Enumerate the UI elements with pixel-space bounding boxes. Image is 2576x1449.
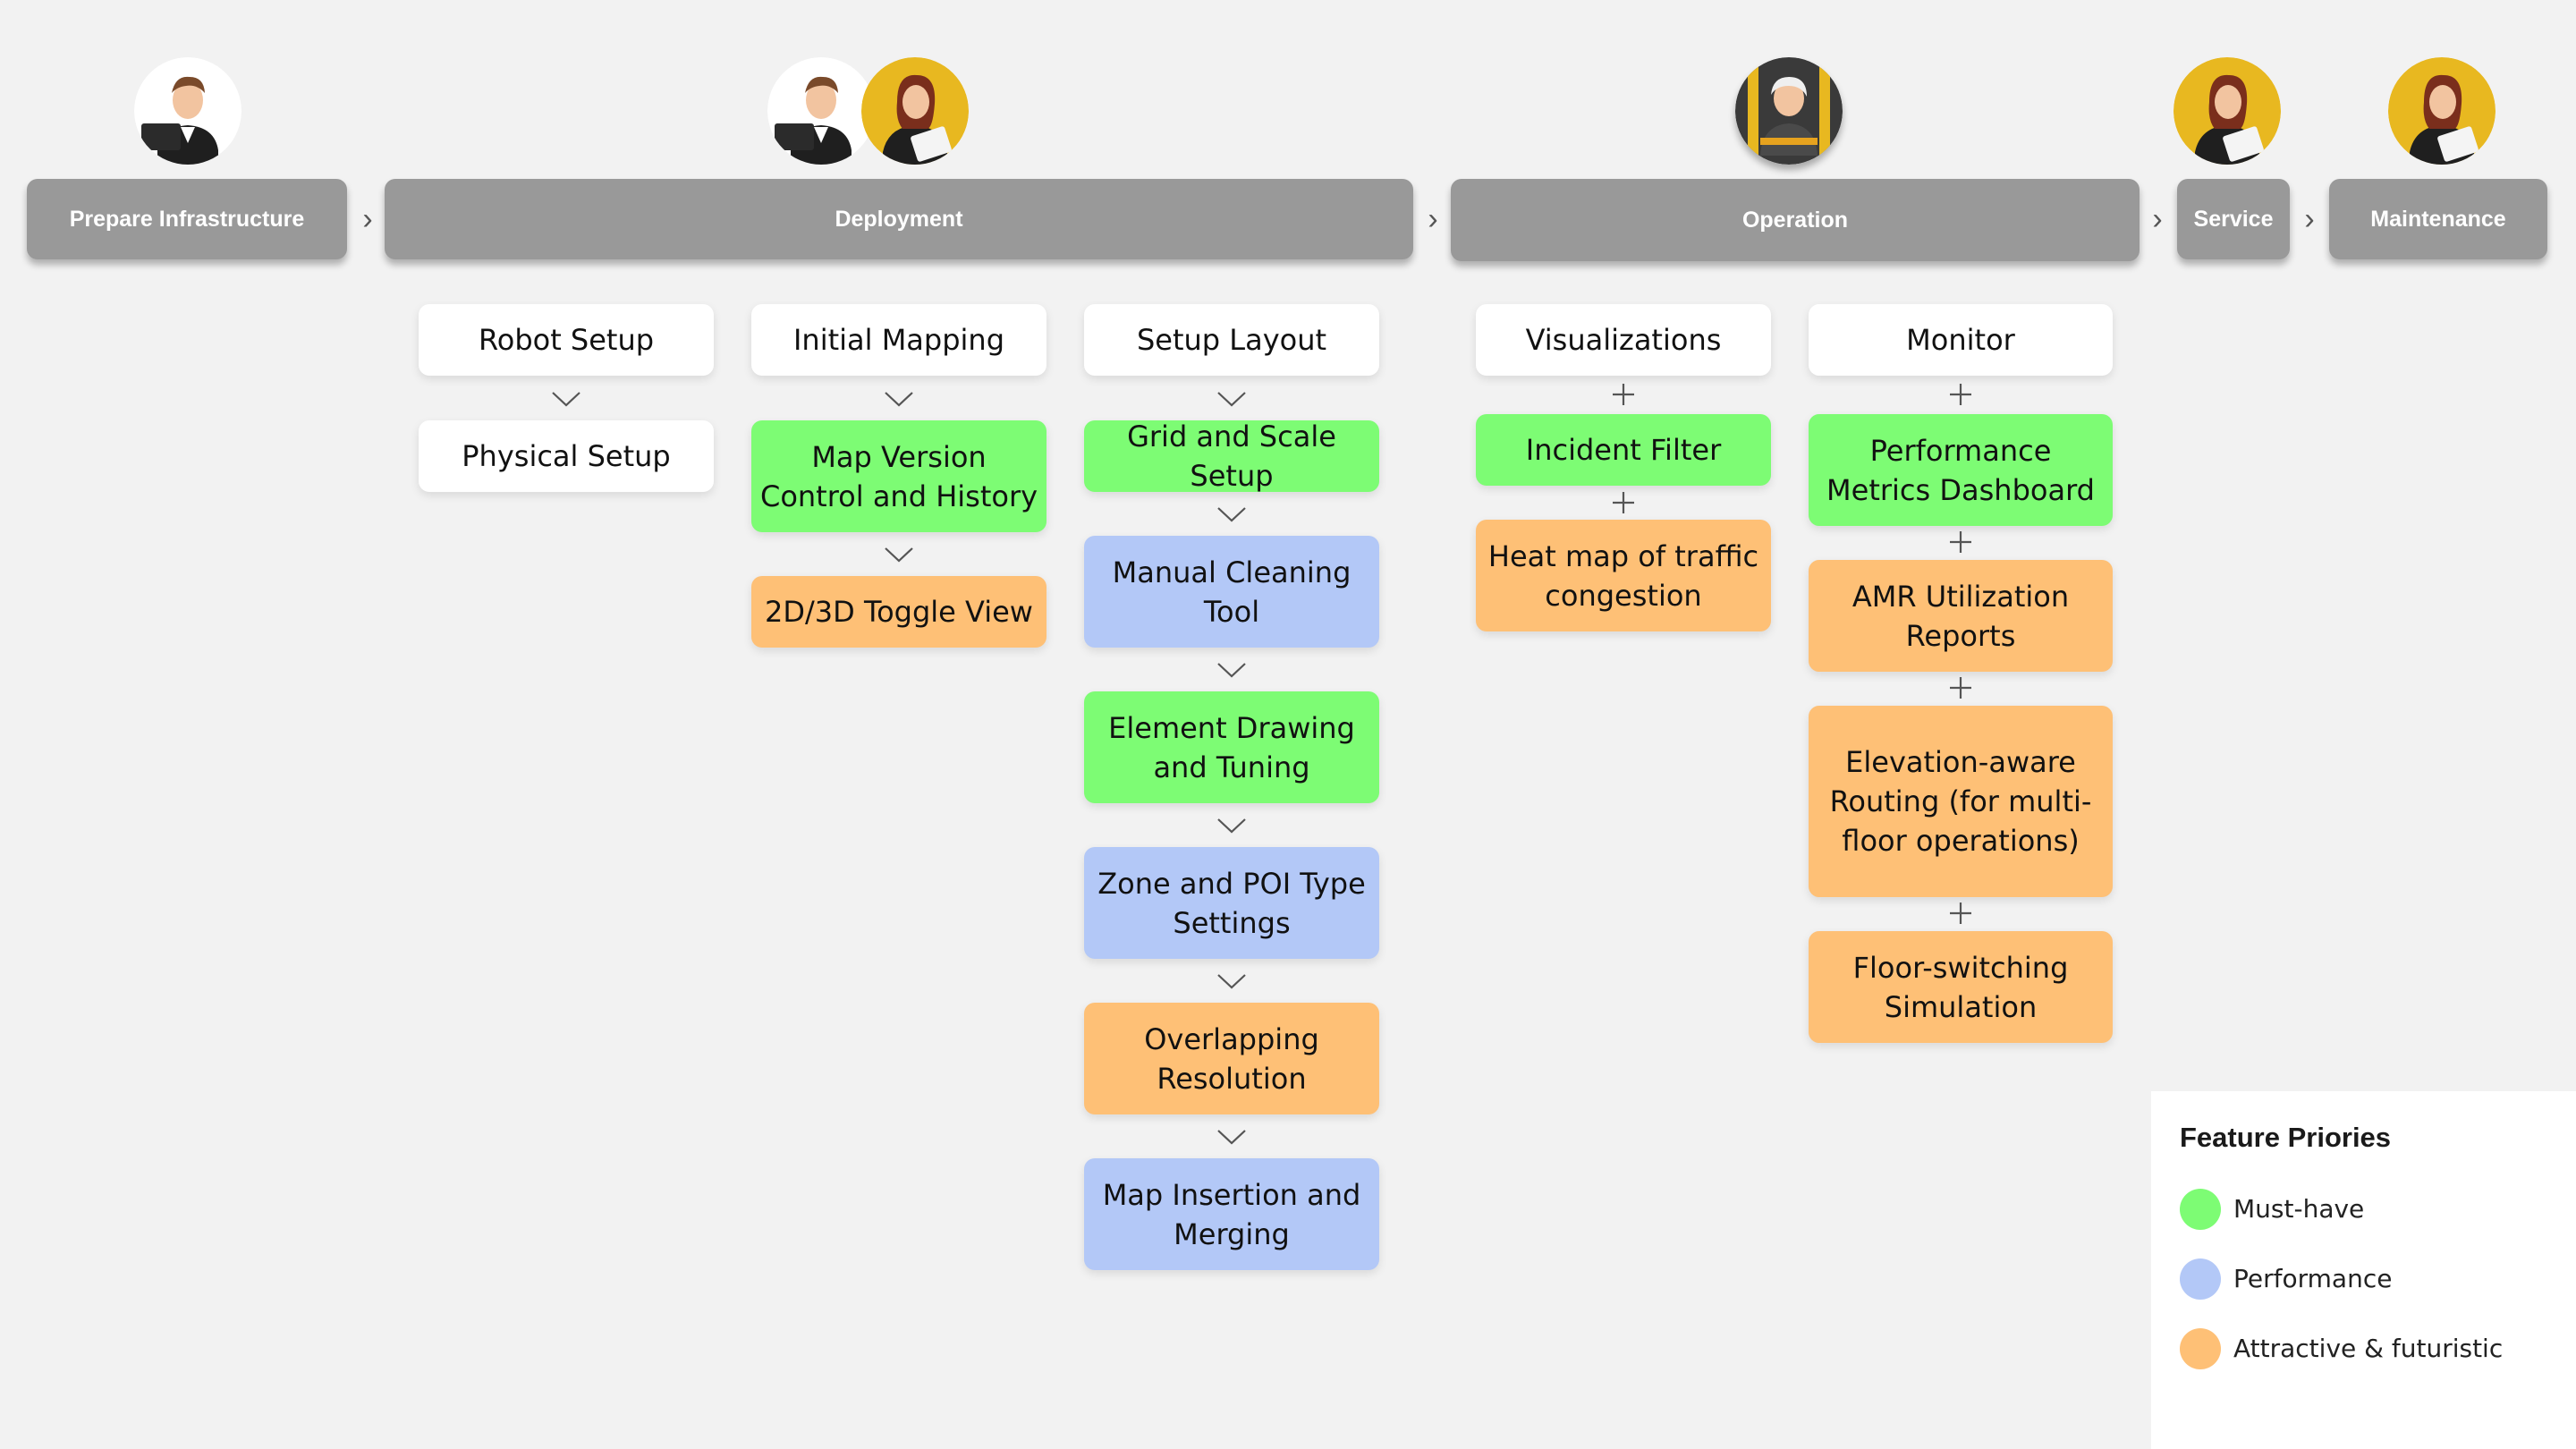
plus-icon (1613, 384, 1634, 405)
avatar-prepare-engineer (134, 57, 242, 165)
plus-icon (1950, 384, 1971, 405)
legend-dot-performance (2180, 1258, 2221, 1300)
monitor-header[interactable]: Monitor (1809, 304, 2113, 376)
chevron-right-icon: › (2152, 202, 2163, 236)
chevron-right-icon: › (1428, 202, 1438, 236)
feature-manual-cleaning-tool[interactable]: Manual Cleaning Tool (1084, 536, 1379, 648)
plus-icon (1950, 531, 1971, 553)
feature-incident-filter[interactable]: Incident Filter (1476, 414, 1771, 486)
legend-label-performance: Performance (2233, 1264, 2393, 1293)
avatar-maintenance-manager (2388, 57, 2496, 165)
phase-maintenance[interactable]: Maintenance (2329, 179, 2547, 259)
chevron-down-icon (885, 547, 913, 563)
legend-label-attractive: Attractive & futuristic (2233, 1334, 2504, 1363)
feature-grid-scale-setup[interactable]: Grid and Scale Setup (1084, 419, 1379, 493)
chevron-right-icon: › (362, 202, 373, 236)
phase-prepare-infrastructure[interactable]: Prepare Infrastructure (27, 179, 347, 259)
chevron-down-icon (1217, 1130, 1246, 1145)
legend-dot-must-have (2180, 1189, 2221, 1230)
chevron-down-icon (885, 392, 913, 407)
feature-map-insertion-merging[interactable]: Map Insertion and Merging (1084, 1158, 1379, 1270)
feature-2d-3d-toggle-view[interactable]: 2D/3D Toggle View (751, 576, 1046, 648)
avatar-operation-worker (1735, 57, 1843, 165)
phase-service[interactable]: Service (2177, 179, 2290, 259)
chevron-right-icon: › (2304, 202, 2315, 236)
chevron-down-icon (552, 392, 580, 407)
plus-icon (1613, 492, 1634, 513)
plus-icon (1950, 677, 1971, 699)
chevron-down-icon (1217, 507, 1246, 522)
feature-elevation-aware-routing[interactable]: Elevation-aware Routing (for multi-floor… (1809, 706, 2113, 897)
feature-element-drawing-tuning[interactable]: Element Drawing and Tuning (1084, 691, 1379, 803)
robot-setup-header[interactable]: Robot Setup (419, 304, 714, 376)
legend-panel: Feature Priories Must-have Performance A… (2151, 1091, 2576, 1449)
legend-label-must-have: Must-have (2233, 1194, 2365, 1224)
legend-dot-attractive (2180, 1328, 2221, 1369)
initial-mapping-header[interactable]: Initial Mapping (751, 304, 1046, 376)
feature-map-version-control[interactable]: Map Version Control and History (751, 420, 1046, 532)
chevron-down-icon (1217, 663, 1246, 678)
avatar-deployment-engineer (767, 57, 875, 165)
plus-icon (1950, 902, 1971, 924)
feature-amr-utilization-reports[interactable]: AMR Utilization Reports (1809, 560, 2113, 672)
feature-heat-map-traffic[interactable]: Heat map of traffic congestion (1476, 520, 1771, 631)
chevron-down-icon (1217, 392, 1246, 407)
legend-title: Feature Priories (2180, 1122, 2392, 1153)
phase-deployment[interactable]: Deployment (385, 179, 1413, 259)
feature-zone-poi-type-settings[interactable]: Zone and POI Type Settings (1084, 847, 1379, 959)
chevron-down-icon (1217, 974, 1246, 989)
avatar-service-manager (2174, 57, 2281, 165)
feature-performance-metrics-dashboard[interactable]: Performance Metrics Dashboard (1809, 414, 2113, 526)
feature-overlapping-resolution[interactable]: Overlapping Resolution (1084, 1003, 1379, 1114)
visualizations-header[interactable]: Visualizations (1476, 304, 1771, 376)
feature-floor-switching-simulation[interactable]: Floor-switching Simulation (1809, 931, 2113, 1043)
avatar-deployment-manager (861, 57, 969, 165)
phase-operation[interactable]: Operation (1451, 179, 2140, 261)
setup-layout-header[interactable]: Setup Layout (1084, 304, 1379, 376)
feature-physical-setup[interactable]: Physical Setup (419, 420, 714, 492)
chevron-down-icon (1217, 818, 1246, 834)
